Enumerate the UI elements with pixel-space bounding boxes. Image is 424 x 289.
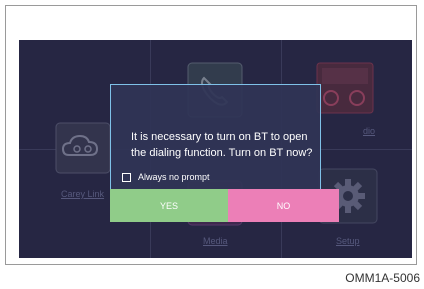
always-no-prompt-row[interactable]: Always no prompt xyxy=(122,172,210,182)
dialog-message-line1: It is necessary to turn on BT to open xyxy=(131,131,308,143)
dialog-message: It is necessary to turn on BT to open th… xyxy=(131,129,327,161)
dialog-message-line2: the dialing function. Turn on BT now? xyxy=(131,147,313,159)
always-no-prompt-label[interactable]: Always no prompt xyxy=(138,172,210,182)
yes-button[interactable]: YES xyxy=(110,189,228,222)
no-button[interactable]: NO xyxy=(228,189,339,222)
always-no-prompt-checkbox[interactable] xyxy=(122,172,131,182)
figure-caption: OMM1A-5006 xyxy=(345,271,420,285)
